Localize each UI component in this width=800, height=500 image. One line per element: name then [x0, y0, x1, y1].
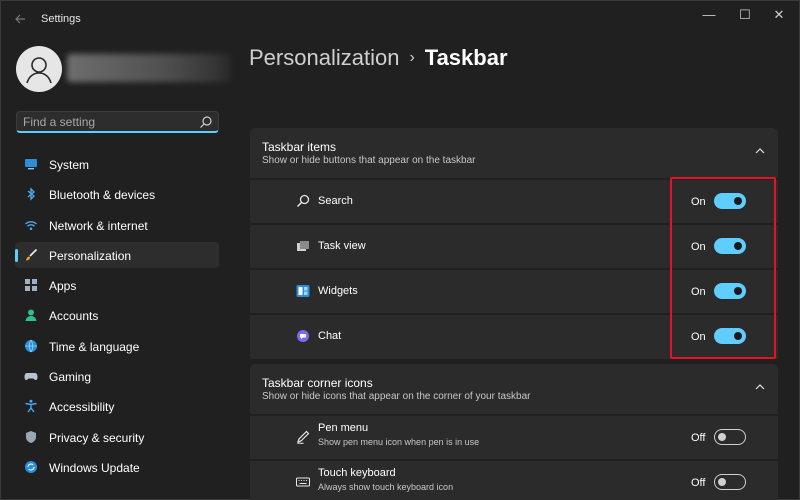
sidebar-item-label: Privacy & security: [49, 430, 145, 445]
maximize-button[interactable]: ☐: [730, 5, 760, 25]
toggle-knob: [718, 433, 726, 441]
pen-icon: [297, 430, 310, 444]
chevron-right-icon: ›: [409, 49, 415, 66]
sidebar-item-label: Windows Update: [49, 460, 140, 475]
sidebar-item-system[interactable]: System: [15, 151, 219, 177]
sidebar-item-network[interactable]: Network & internet: [15, 212, 219, 238]
setting-label: Touch keyboard: [318, 467, 396, 479]
sidebar-item-label: Time & language: [49, 339, 140, 354]
back-button[interactable]: [9, 9, 31, 29]
avatar[interactable]: [16, 46, 62, 92]
monitor-icon: [25, 159, 37, 170]
search-icon[interactable]: [199, 115, 213, 129]
section-taskbar-corner-icons[interactable]: Taskbar corner icons Show or hide icons …: [250, 364, 778, 414]
section-title: Taskbar items: [262, 140, 337, 154]
search-input[interactable]: [23, 114, 193, 130]
annotation-highlight-box: [670, 177, 776, 359]
breadcrumb: Personalization › Taskbar: [249, 45, 508, 71]
apps-icon: [25, 279, 37, 292]
pen-menu-toggle[interactable]: [714, 429, 746, 445]
title-bar: Settings — ☐ ✕: [1, 1, 800, 33]
sidebar-item-gaming[interactable]: Gaming: [15, 363, 219, 389]
sidebar-item-accessibility[interactable]: Accessibility: [15, 393, 219, 419]
selection-indicator: [15, 248, 18, 262]
sidebar-item-label: Network & internet: [49, 218, 148, 233]
search-icon: [296, 194, 310, 208]
gamepad-icon: [24, 373, 38, 381]
wifi-icon: [25, 220, 37, 230]
sidebar-item-label: Gaming: [49, 370, 92, 385]
sidebar-item-label: Personalization: [49, 248, 132, 263]
setting-label: Chat: [318, 330, 342, 342]
setting-label: Widgets: [318, 285, 358, 297]
sidebar-nav: System Bluetooth & devices Network & int…: [15, 151, 219, 484]
profile-name-redacted: [67, 54, 231, 82]
sidebar-item-bluetooth[interactable]: Bluetooth & devices: [15, 181, 219, 207]
breadcrumb-parent[interactable]: Personalization: [249, 45, 399, 70]
sidebar-item-time-language[interactable]: Time & language: [15, 333, 219, 359]
chevron-up-icon[interactable]: [754, 381, 766, 393]
brush-icon: [26, 248, 38, 261]
minimize-button[interactable]: —: [694, 5, 724, 25]
section-subtitle: Show or hide buttons that appear on the …: [262, 155, 476, 166]
search-box[interactable]: [16, 111, 219, 133]
sidebar-item-personalization[interactable]: Personalization: [15, 241, 219, 268]
setting-label: Search: [318, 195, 353, 207]
settings-window: Settings — ☐ ✕ System Bluetooth & device…: [0, 0, 800, 500]
sidebar-item-accounts[interactable]: Accounts: [15, 302, 219, 328]
toggle-state-label: Off: [691, 477, 706, 489]
section-taskbar-items[interactable]: Taskbar items Show or hide buttons that …: [250, 128, 778, 178]
setting-row-pen-menu: Pen menu Show pen menu icon when pen is …: [250, 416, 778, 459]
sidebar-item-label: Bluetooth & devices: [49, 188, 156, 203]
keyboard-icon: [296, 477, 310, 487]
sidebar-item-privacy-security[interactable]: Privacy & security: [15, 424, 219, 450]
sidebar-item-apps[interactable]: Apps: [15, 272, 219, 298]
person-icon: [26, 57, 52, 84]
globe-clock-icon: [25, 339, 37, 353]
shield-icon: [26, 430, 36, 443]
chat-icon: [297, 330, 309, 342]
page-title: Taskbar: [424, 45, 508, 70]
sidebar-item-windows-update[interactable]: Windows Update: [15, 454, 219, 480]
section-subtitle: Show or hide icons that appear on the co…: [262, 391, 531, 402]
toggle-state-label: Off: [691, 432, 706, 444]
section-title: Taskbar corner icons: [262, 376, 373, 390]
setting-label: Pen menu: [318, 422, 369, 434]
touch-keyboard-toggle[interactable]: [714, 474, 746, 490]
close-button[interactable]: ✕: [764, 5, 794, 25]
setting-description: Always show touch keyboard icon: [318, 482, 454, 492]
back-arrow-icon: [15, 14, 25, 24]
task-view-icon: [297, 241, 309, 251]
update-icon: [25, 460, 37, 473]
sidebar-item-label: Apps: [49, 279, 77, 294]
toggle-knob: [718, 478, 726, 486]
sidebar-item-label: Accessibility: [49, 400, 115, 415]
setting-row-touch-keyboard: Touch keyboard Always show touch keyboar…: [250, 461, 778, 500]
app-title: Settings: [41, 13, 81, 25]
accessibility-icon: [25, 400, 37, 413]
sidebar-item-label: Accounts: [49, 309, 99, 324]
person-icon: [25, 309, 37, 322]
bluetooth-icon: [27, 187, 36, 201]
setting-description: Show pen menu icon when pen is in use: [318, 437, 480, 447]
widgets-icon: [296, 285, 310, 297]
chevron-up-icon[interactable]: [754, 145, 766, 157]
setting-label: Task view: [318, 240, 366, 252]
sidebar-item-label: System: [49, 158, 90, 172]
